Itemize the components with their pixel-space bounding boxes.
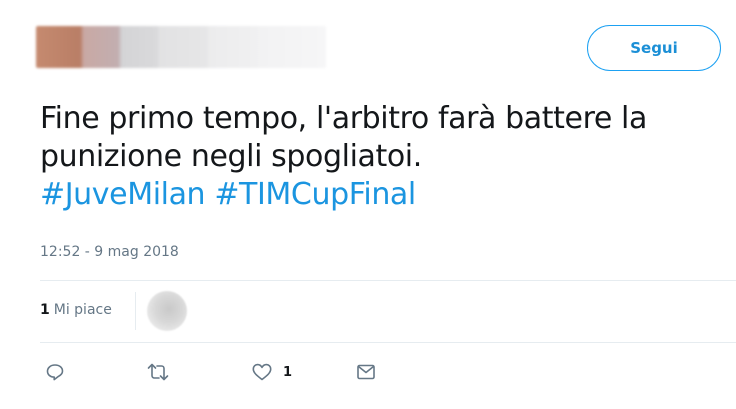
tweet-text-line-1: Fine primo tempo, l'arbitro farà battere… bbox=[40, 101, 647, 136]
heart-icon bbox=[251, 362, 273, 382]
liker-avatar[interactable] bbox=[147, 291, 187, 331]
tweet-timestamp[interactable]: 12:52 - 9 mag 2018 bbox=[40, 244, 179, 260]
envelope-icon bbox=[356, 362, 376, 382]
blurred-user-identity[interactable] bbox=[36, 26, 326, 68]
likes-label: Mi piace bbox=[53, 302, 112, 318]
follow-button[interactable]: Segui bbox=[587, 25, 721, 71]
retweet-button[interactable] bbox=[146, 358, 170, 386]
tweet-text: Fine primo tempo, l'arbitro farà battere… bbox=[40, 100, 720, 214]
direct-message-button[interactable] bbox=[356, 358, 376, 386]
hashtag-link-timcupfinal[interactable]: #TIMCupFinal bbox=[214, 177, 416, 212]
divider bbox=[40, 280, 736, 281]
reply-icon bbox=[45, 362, 65, 382]
hashtag-link-juvemilan[interactable]: #JuveMilan bbox=[40, 177, 206, 212]
retweet-icon bbox=[146, 362, 170, 382]
reply-button[interactable] bbox=[45, 358, 65, 386]
like-button[interactable]: 1 bbox=[251, 358, 292, 386]
hashtag-line: #JuveMilan #TIMCupFinal bbox=[40, 176, 720, 214]
likes-summary[interactable]: 1 Mi piace bbox=[40, 290, 112, 330]
like-count: 1 bbox=[283, 364, 293, 380]
stats-separator bbox=[135, 292, 136, 330]
tweet-text-line-2: punizione negli spogliatoi. bbox=[40, 139, 422, 174]
likes-count: 1 bbox=[40, 302, 50, 318]
tweet-header: Segui bbox=[0, 0, 736, 90]
divider bbox=[40, 342, 736, 343]
